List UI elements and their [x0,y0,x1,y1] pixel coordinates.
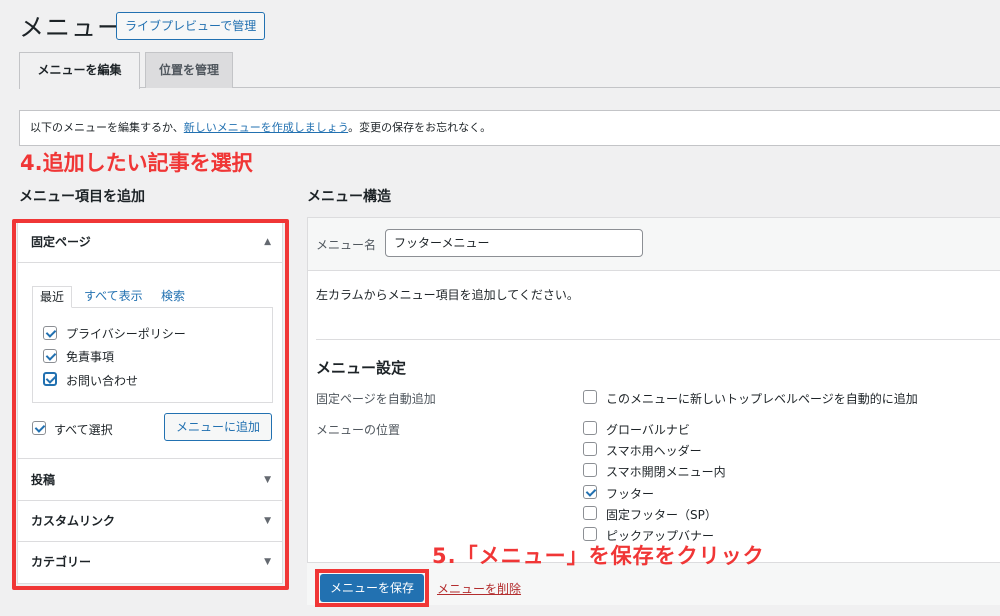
notice-text-after: 。変更の保存をお忘れなく。 [348,121,492,134]
tab-edit-menus[interactable]: メニューを編集 [19,52,140,89]
checkbox-location-sp-drawer[interactable] [583,463,597,477]
menu-instructions: 左カラムからメニュー項目を追加してください。 [316,288,579,302]
checkbox-location-global-nav[interactable] [583,421,597,435]
tab-manage-locations[interactable]: 位置を管理 [145,52,233,88]
checkbox-location-pickup-banner[interactable] [583,527,597,541]
location-label-global-nav: グローバルナビ [606,423,690,437]
auto-add-option-label: このメニューに新しいトップレベルページを自動的に追加 [606,392,918,406]
menu-structure-heading: メニュー構造 [307,189,391,205]
create-new-menu-link[interactable]: 新しいメニューを作成しましょう [184,121,348,134]
checkbox-auto-add-pages[interactable] [583,390,597,404]
menu-notice: 以下のメニューを編集するか、新しいメニューを作成しましょう。変更の保存をお忘れな… [19,110,1000,146]
annotation-step5: 5.「メニュー」を保存をクリック [432,544,765,568]
menu-settings-title: メニュー設定 [316,359,407,377]
menu-location-label: メニューの位置 [316,423,401,437]
location-label-fixed-footer: 固定フッター（SP） [606,508,717,522]
location-label-footer: フッター [606,487,655,501]
notice-text-before: 以下のメニューを編集するか、 [30,121,184,134]
delete-menu-link[interactable]: メニューを削除 [437,580,521,597]
location-label-sp-header: スマホ用ヘッダー [606,444,702,458]
auto-add-label: 固定ページを自動追加 [316,392,436,406]
menu-name-label: メニュー名 [316,238,377,252]
menu-name-input[interactable]: フッターメニュー [385,229,643,257]
page-title: メニュー [19,13,124,42]
location-label-sp-drawer: スマホ開閉メニュー内 [606,465,726,479]
add-menu-items-heading: メニュー項目を追加 [19,189,145,205]
checkbox-location-fixed-footer[interactable] [583,506,597,520]
annotation-step4: 4.追加したい記事を選択 [20,151,253,175]
checkbox-location-sp-header[interactable] [583,442,597,456]
highlight-frame-save [315,569,429,607]
live-preview-button[interactable]: ライブプレビューで管理 [116,12,266,40]
highlight-frame-left [12,219,289,590]
checkbox-location-footer[interactable] [583,485,597,499]
settings-divider [316,339,1000,340]
